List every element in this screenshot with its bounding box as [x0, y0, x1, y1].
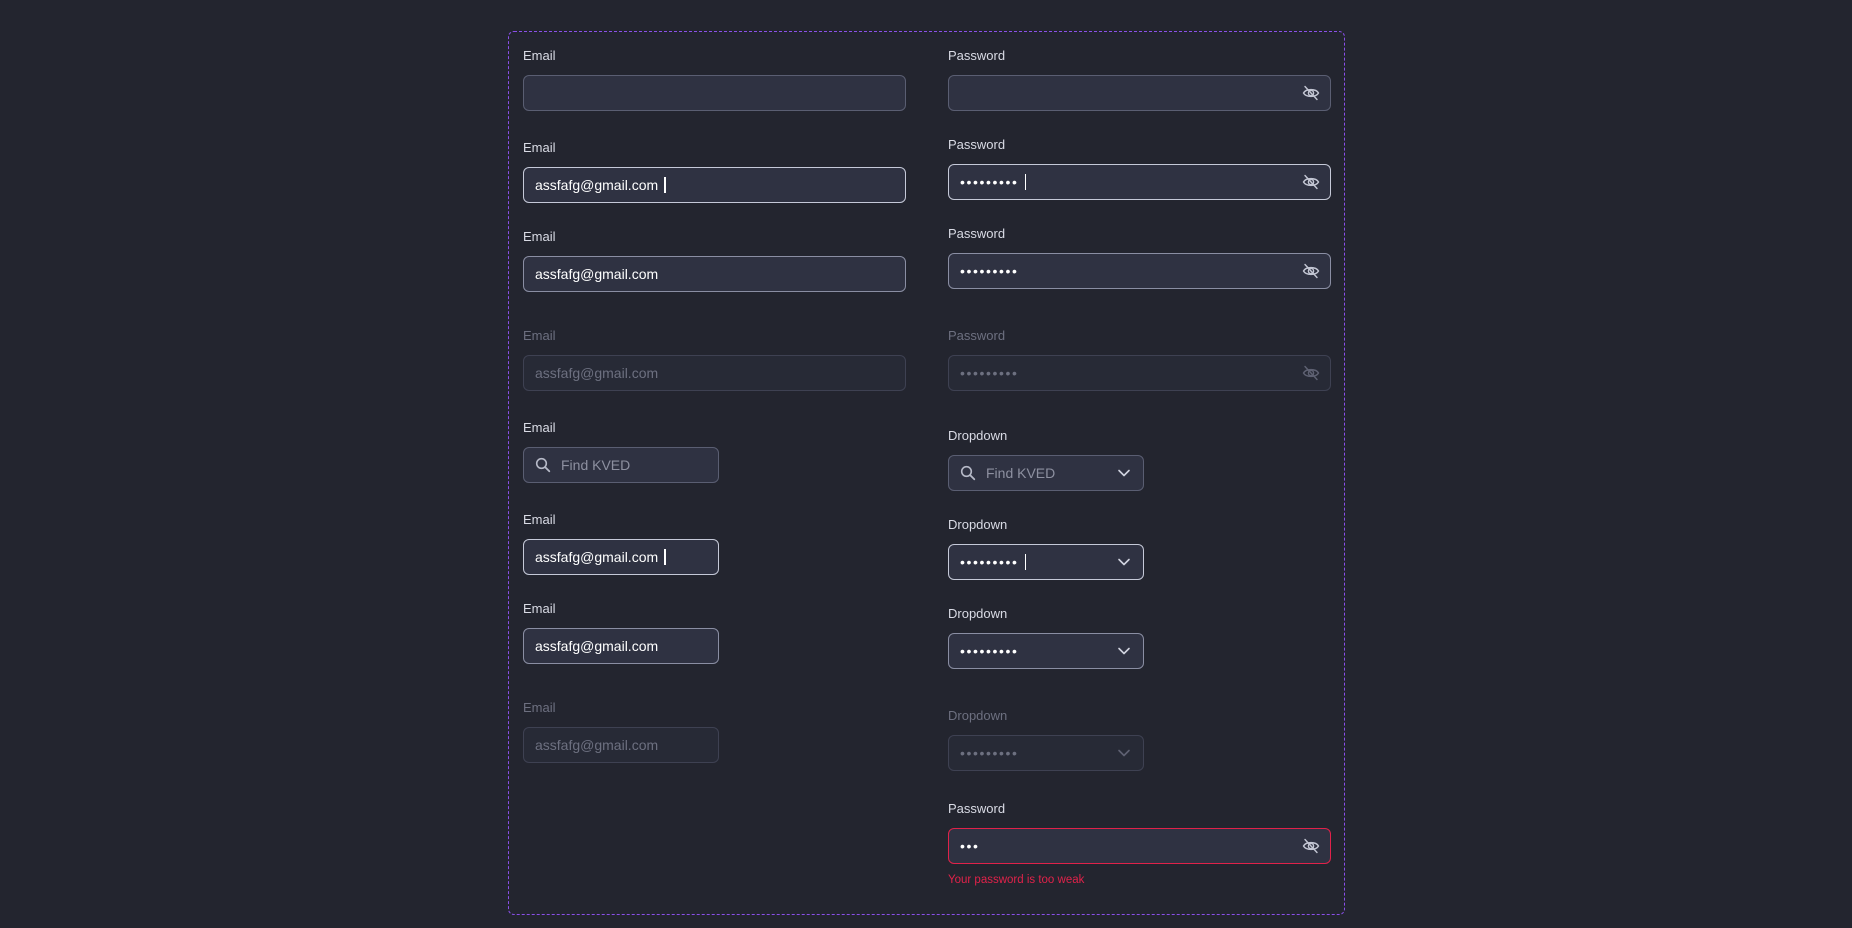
field-label: Email	[523, 140, 556, 155]
field-label: Dropdown	[948, 708, 1008, 723]
input-value: •••••••••	[960, 643, 1019, 659]
chevron-down-icon[interactable]	[1115, 642, 1133, 660]
email-input[interactable]	[523, 75, 906, 111]
field-label: Email	[523, 328, 556, 343]
email-input[interactable]: assfafg@gmail.com	[523, 539, 719, 575]
field-label: Email	[523, 48, 556, 63]
search-icon	[960, 465, 976, 481]
field-label: Email	[523, 512, 556, 527]
password-input[interactable]: •••••••••	[948, 253, 1331, 289]
dropdown-select: •••••••••	[948, 735, 1144, 771]
input-placeholder: Find KVED	[561, 457, 631, 473]
field-label: Password	[948, 328, 1006, 343]
field-label: Email	[523, 420, 556, 435]
password-input[interactable]: •••	[948, 828, 1331, 864]
chevron-down-icon	[1115, 744, 1133, 762]
field-label: Password	[948, 137, 1006, 152]
dropdown-select[interactable]: Find KVED	[948, 455, 1144, 491]
field-label: Password	[948, 48, 1006, 63]
chevron-down-icon[interactable]	[1115, 464, 1133, 482]
error-message: Your password is too weak	[948, 874, 1085, 886]
eye-off-icon[interactable]	[1302, 84, 1320, 102]
input-value: •••••••••	[960, 263, 1019, 279]
input-value: assfafg@gmail.com	[535, 549, 659, 565]
input-value: •••••••••	[960, 745, 1019, 761]
field-label: Email	[523, 601, 556, 616]
input-value: assfafg@gmail.com	[535, 365, 659, 381]
input-value: assfafg@gmail.com	[535, 638, 659, 654]
field-label: Dropdown	[948, 428, 1008, 443]
search-icon	[535, 457, 551, 473]
dropdown-select[interactable]: •••••••••	[948, 544, 1144, 580]
email-input[interactable]: assfafg@gmail.com	[523, 167, 906, 203]
text-caret	[664, 177, 666, 193]
input-value: assfafg@gmail.com	[535, 737, 659, 753]
input-value: assfafg@gmail.com	[535, 266, 659, 282]
field-label: Password	[948, 801, 1006, 816]
search-input[interactable]: Find KVED	[523, 447, 719, 483]
eye-off-icon	[1302, 364, 1320, 382]
eye-off-icon[interactable]	[1302, 837, 1320, 855]
chevron-down-icon[interactable]	[1115, 553, 1133, 571]
field-label: Dropdown	[948, 606, 1008, 621]
input-value: assfafg@gmail.com	[535, 177, 659, 193]
field-label: Email	[523, 700, 556, 715]
password-input: •••••••••	[948, 355, 1331, 391]
field-label: Dropdown	[948, 517, 1008, 532]
input-value: •••••••••	[960, 554, 1019, 570]
eye-off-icon[interactable]	[1302, 262, 1320, 280]
field-label: Email	[523, 229, 556, 244]
input-value: •••	[960, 838, 980, 854]
email-input[interactable]: assfafg@gmail.com	[523, 256, 906, 292]
dropdown-select[interactable]: •••••••••	[948, 633, 1144, 669]
text-caret	[1024, 554, 1027, 570]
email-input: assfafg@gmail.com	[523, 355, 906, 391]
text-caret	[1024, 174, 1027, 190]
email-input: assfafg@gmail.com	[523, 727, 719, 763]
input-placeholder: Find KVED	[986, 465, 1056, 481]
eye-off-icon[interactable]	[1302, 173, 1320, 191]
input-value: •••••••••	[960, 365, 1019, 381]
input-value: •••••••••	[960, 174, 1019, 190]
email-input[interactable]: assfafg@gmail.com	[523, 628, 719, 664]
field-label: Password	[948, 226, 1006, 241]
password-input[interactable]	[948, 75, 1331, 111]
text-caret	[664, 549, 666, 565]
password-input[interactable]: •••••••••	[948, 164, 1331, 200]
